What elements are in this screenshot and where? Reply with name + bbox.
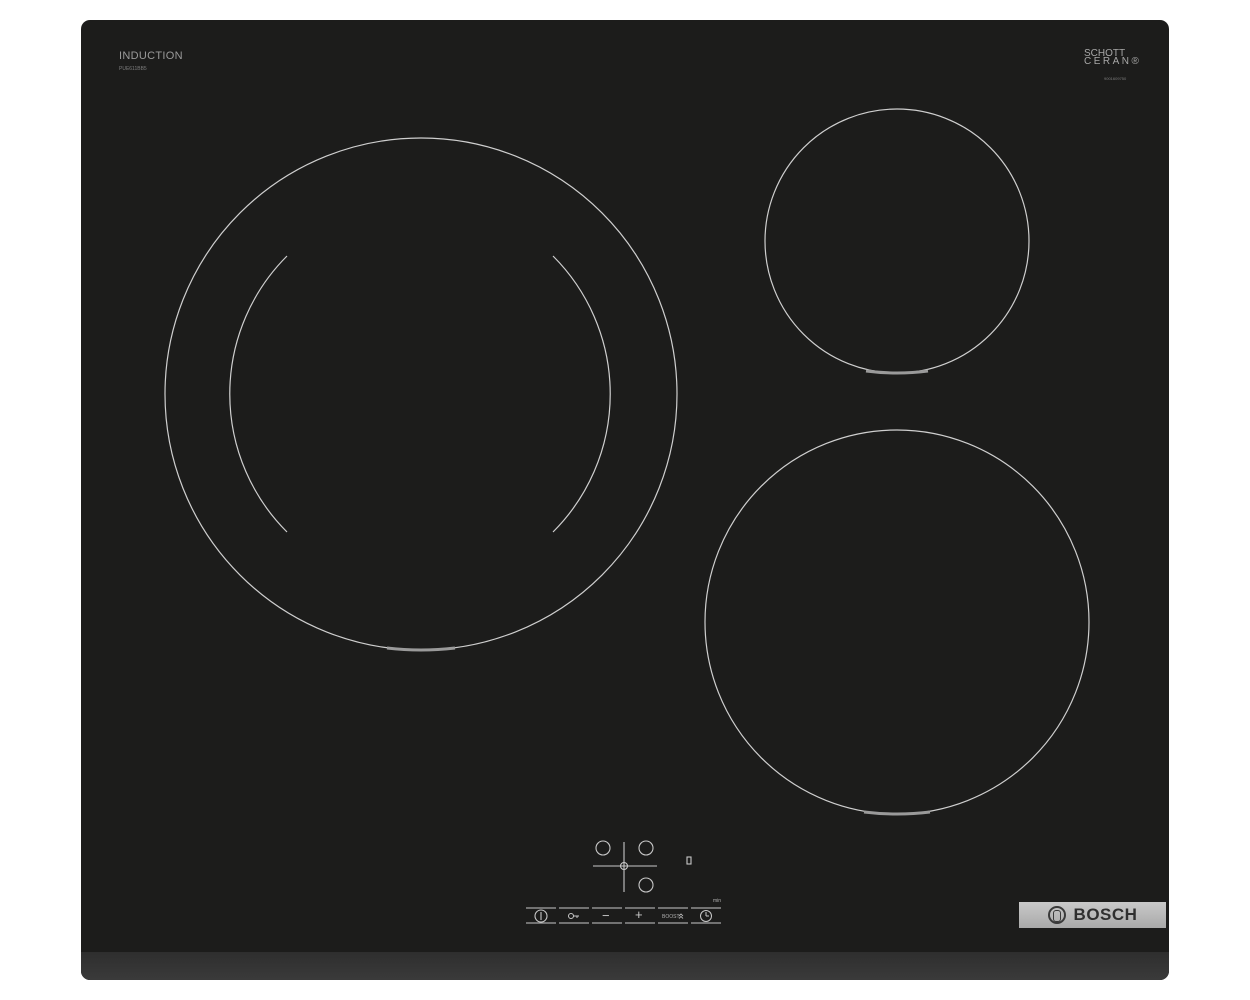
boost-arrows-icon	[678, 913, 684, 919]
zone-marker	[386, 646, 456, 652]
zone-large-left[interactable]	[164, 137, 678, 652]
zone-inner-arc-left	[229, 255, 288, 533]
bosch-badge: BOSCH	[1019, 902, 1166, 928]
zone-select-bottom-right[interactable]	[638, 877, 654, 893]
zone-small-top-right[interactable]	[764, 108, 1030, 375]
residual-heat-indicator	[686, 856, 692, 865]
timer-button[interactable]	[700, 910, 712, 922]
bosch-armature-icon	[1047, 906, 1066, 924]
key-lock-icon	[568, 913, 574, 919]
zone-marker	[863, 810, 931, 816]
zone-select-top-right[interactable]	[638, 840, 654, 856]
zone-medium-bottom-right[interactable]	[704, 429, 1090, 816]
control-strip	[526, 907, 721, 924]
minus-button[interactable]: −	[602, 909, 610, 922]
zone-inner-arc-right	[552, 255, 611, 533]
induction-hob: INDUCTION PUE611BB5 SCHOTT CERAN® 900160…	[81, 20, 1169, 980]
boost-button[interactable]: BOOST	[662, 914, 680, 920]
bosch-wordmark: BOSCH	[1073, 905, 1138, 924]
hob-front-frame	[81, 952, 1169, 980]
cooking-zones	[164, 108, 1090, 924]
child-lock-button[interactable]	[568, 913, 580, 919]
plus-button[interactable]: +	[635, 908, 643, 921]
power-button[interactable]	[534, 909, 548, 923]
zone-selector	[593, 840, 692, 893]
zone-marker	[865, 369, 929, 375]
zone-select-top-left[interactable]	[595, 840, 611, 856]
timer-min-label: min	[713, 898, 722, 904]
